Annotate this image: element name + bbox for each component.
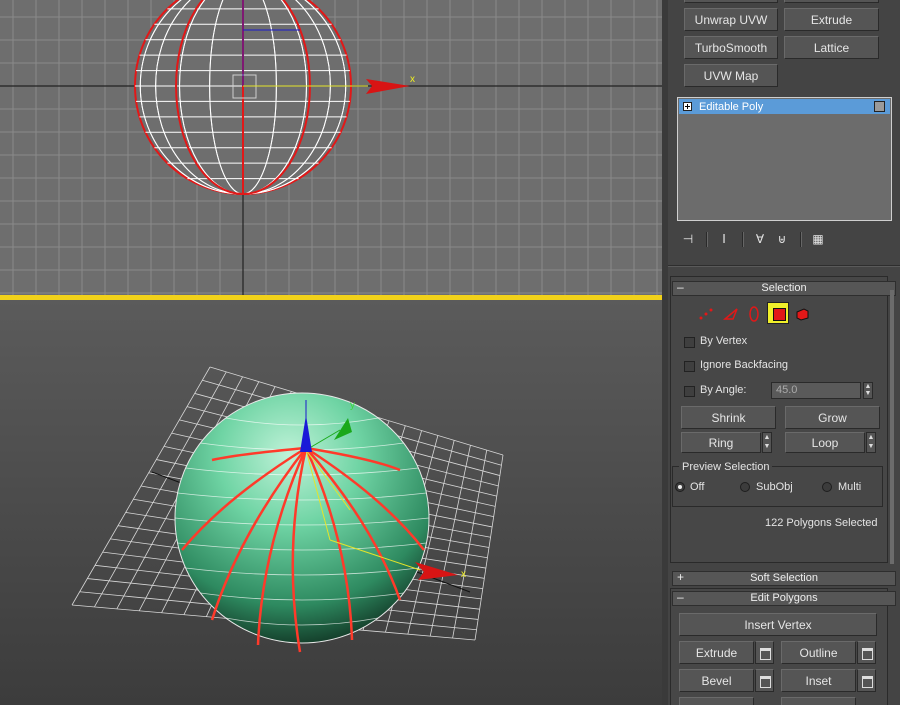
persp-y-axis-label: y — [350, 400, 355, 411]
loop-button[interactable]: Loop — [785, 432, 865, 453]
toolbar-divider — [800, 232, 802, 247]
unwrap-uvw-button[interactable]: Unwrap UVW — [684, 8, 778, 31]
by-angle-checkbox[interactable] — [684, 386, 695, 397]
by-vertex-checkbox[interactable] — [684, 337, 695, 348]
uvw-map-button[interactable]: UVW Map — [684, 64, 778, 87]
remove-modifier-icon[interactable]: ⊎ — [774, 231, 790, 247]
ignore-backfacing-checkbox[interactable] — [684, 361, 695, 372]
preview-subobj-radio[interactable] — [740, 482, 750, 492]
modifier-button-top-left[interactable] — [684, 0, 778, 3]
outline-settings-icon[interactable] — [857, 641, 876, 664]
edit-polygons-rollout-header[interactable]: – Edit Polygons — [672, 591, 896, 606]
element-icon[interactable] — [793, 305, 811, 323]
x-axis-arrow[interactable] — [366, 79, 410, 94]
perspective-viewport[interactable]: x y — [0, 300, 662, 705]
lattice-button[interactable]: Lattice — [784, 36, 879, 59]
edit-polygons-button-partial[interactable] — [781, 697, 856, 705]
panel-divider — [668, 265, 900, 267]
expand-icon[interactable] — [683, 102, 692, 111]
preview-multi-radio[interactable] — [822, 482, 832, 492]
top-x-axis-label: x — [410, 74, 415, 85]
grow-button[interactable]: Grow — [785, 406, 880, 429]
vertex-icon[interactable] — [697, 305, 715, 323]
extrude-button[interactable]: Extrude — [679, 641, 754, 664]
insert-vertex-button[interactable]: Insert Vertex — [679, 613, 877, 636]
inset-settings-icon[interactable] — [857, 669, 876, 692]
ring-spinner[interactable]: ▲ ▼ — [762, 432, 772, 453]
expand-icon: + — [677, 570, 685, 584]
selection-status: 122 Polygons Selected — [765, 517, 878, 529]
pin-stack-icon[interactable]: ⊣ — [680, 231, 696, 247]
perspective-viewport-canvas: x y — [71, 366, 504, 653]
polygon-icon[interactable] — [767, 302, 789, 324]
modifier-stack[interactable]: Editable Poly — [677, 97, 892, 221]
edit-polygons-button-partial[interactable] — [679, 697, 754, 705]
make-unique-icon[interactable]: ∀ — [752, 231, 768, 247]
shrink-button[interactable]: Shrink — [681, 406, 776, 429]
preview-subobj-label: SubObj — [756, 481, 793, 493]
command-panel: Unwrap UVW Extrude TurboSmooth Lattice U… — [668, 0, 900, 705]
x-axis-arrow[interactable] — [415, 562, 458, 580]
stack-item-editable-poly[interactable]: Editable Poly — [679, 99, 890, 114]
inset-button[interactable]: Inset — [781, 669, 856, 692]
stack-toolbar: ⊣ Ⅰ ∀ ⊎ ▦ — [678, 231, 878, 249]
toolbar-divider — [742, 232, 744, 247]
edit-polygons-title: Edit Polygons — [750, 592, 818, 604]
show-end-result-icon[interactable]: Ⅰ — [716, 231, 732, 247]
ignore-backfacing-label: Ignore Backfacing — [700, 359, 789, 371]
soft-selection-title: Soft Selection — [750, 572, 818, 584]
extrude-modifier-button[interactable]: Extrude — [784, 8, 879, 31]
preview-multi-label: Multi — [838, 481, 862, 493]
grid-line — [474, 454, 504, 641]
preview-off-radio[interactable] — [675, 482, 685, 492]
angle-spinner[interactable]: ▲ ▼ — [863, 382, 873, 399]
selection-rollout-header[interactable]: – Selection — [672, 281, 896, 296]
configure-sets-icon[interactable]: ▦ — [810, 231, 826, 247]
preview-off-label: Off — [690, 481, 705, 493]
stack-item-toggle[interactable] — [874, 101, 885, 112]
by-angle-label: By Angle: — [700, 384, 747, 396]
top-viewport-canvas: x — [0, 0, 662, 295]
outline-button[interactable]: Outline — [781, 641, 856, 664]
bevel-settings-icon[interactable] — [755, 669, 774, 692]
bevel-button[interactable]: Bevel — [679, 669, 754, 692]
ring-button[interactable]: Ring — [681, 432, 761, 453]
panel-scrollbar[interactable] — [890, 290, 894, 564]
persp-x-axis-label: x — [461, 569, 466, 580]
selection-title: Selection — [761, 282, 807, 294]
soft-selection-rollout-header[interactable]: + Soft Selection — [672, 571, 896, 586]
collapse-icon: – — [677, 280, 684, 294]
extrude-settings-icon[interactable] — [755, 641, 774, 664]
top-viewport[interactable]: x — [0, 0, 662, 295]
collapse-icon: – — [677, 590, 684, 604]
angle-input[interactable]: 45.0 — [771, 382, 861, 399]
stack-item-label: Editable Poly — [699, 100, 764, 113]
preview-selection-title: Preview Selection — [679, 461, 773, 473]
modifier-button-top-right[interactable] — [784, 0, 879, 3]
by-vertex-label: By Vertex — [700, 335, 748, 347]
loop-spinner[interactable]: ▲ ▼ — [866, 432, 876, 453]
border-icon[interactable] — [745, 305, 763, 323]
turbosmooth-button[interactable]: TurboSmooth — [684, 36, 778, 59]
toolbar-divider — [706, 232, 708, 247]
edge-icon[interactable] — [722, 305, 740, 323]
